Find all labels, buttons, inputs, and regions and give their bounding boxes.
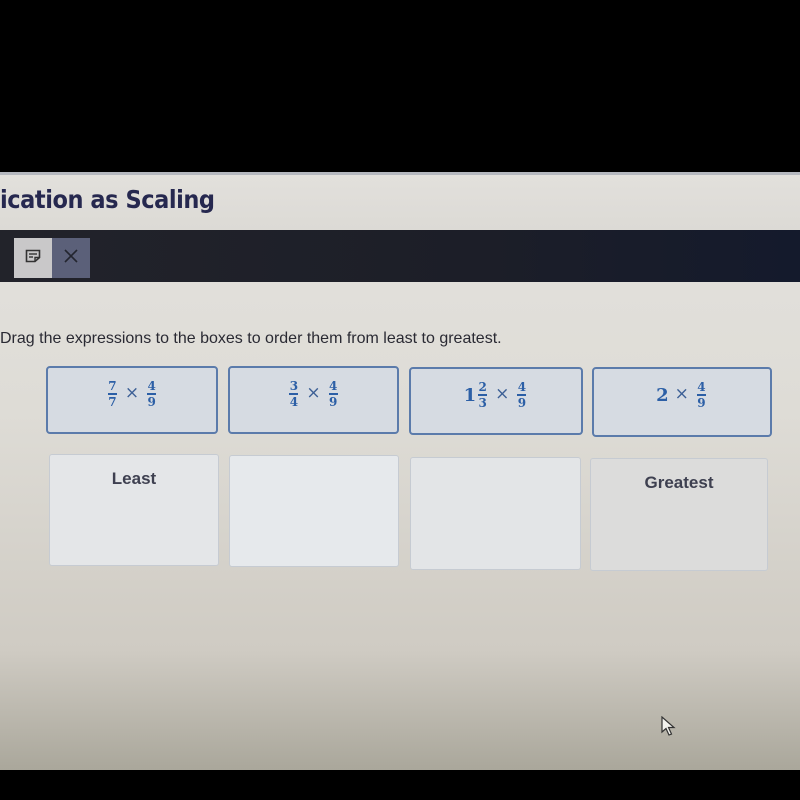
drop-box-2[interactable]	[229, 455, 399, 567]
drop-box-least[interactable]: Least	[49, 454, 219, 566]
drop-box-label: Least	[111, 469, 157, 488]
numerator: 3	[289, 379, 299, 393]
notes-icon	[25, 249, 41, 268]
close-button[interactable]	[52, 238, 90, 278]
expression: 7 7 × 4 9	[106, 380, 158, 432]
expression: 3 4 × 4 9	[287, 380, 339, 432]
denominator: 4	[289, 394, 299, 409]
denominator: 7	[108, 394, 117, 409]
fraction: 4 9	[328, 379, 338, 409]
whole-number: 1	[463, 385, 477, 406]
mouse-cursor-icon	[660, 715, 678, 743]
denominator: 9	[517, 395, 527, 410]
instructions: Drag the expressions to the boxes to ord…	[0, 330, 502, 347]
numerator: 4	[517, 380, 527, 394]
close-icon	[64, 248, 78, 268]
expression-tile[interactable]: 1 2 3 × 4 9	[409, 367, 583, 435]
fraction: 2 3	[478, 380, 488, 410]
expression-tile[interactable]: 7 7 × 4 9	[46, 366, 218, 434]
times-symbol: ×	[674, 384, 689, 404]
expression: 2 × 4 9	[656, 381, 708, 435]
numerator: 4	[147, 379, 156, 393]
screen: ication as Scaling Drag the expressions …	[0, 172, 800, 770]
title-bar: ication as Scaling	[0, 175, 800, 231]
fraction: 4 9	[147, 379, 157, 409]
times-symbol: ×	[124, 383, 140, 403]
toolbar	[0, 230, 800, 282]
page-title: ication as Scaling	[0, 185, 215, 214]
numerator: 4	[697, 380, 706, 394]
question-area: Drag the expressions to the boxes to ord…	[0, 282, 800, 770]
times-symbol: ×	[495, 384, 510, 404]
numerator: 2	[478, 380, 487, 394]
times-symbol: ×	[306, 383, 321, 403]
whole-number: 2	[656, 385, 669, 406]
expression: 1 2 3 × 4 9	[464, 381, 529, 433]
drop-box-label: Greatest	[644, 473, 714, 492]
fraction: 3 4	[289, 379, 299, 409]
notes-button[interactable]	[14, 238, 52, 278]
fraction: 4 9	[517, 380, 527, 410]
numerator: 4	[328, 379, 338, 393]
denominator: 3	[478, 395, 487, 410]
drop-box-3[interactable]	[410, 457, 581, 570]
denominator: 9	[328, 394, 338, 409]
expression-tile[interactable]: 2 × 4 9	[592, 367, 772, 437]
expression-tile[interactable]: 3 4 × 4 9	[228, 366, 399, 434]
denominator: 9	[697, 395, 706, 410]
fraction: 4 9	[696, 380, 706, 410]
denominator: 9	[147, 394, 156, 409]
fraction: 7 7	[107, 379, 117, 409]
numerator: 7	[108, 379, 117, 393]
drop-box-greatest[interactable]: Greatest	[590, 458, 768, 571]
